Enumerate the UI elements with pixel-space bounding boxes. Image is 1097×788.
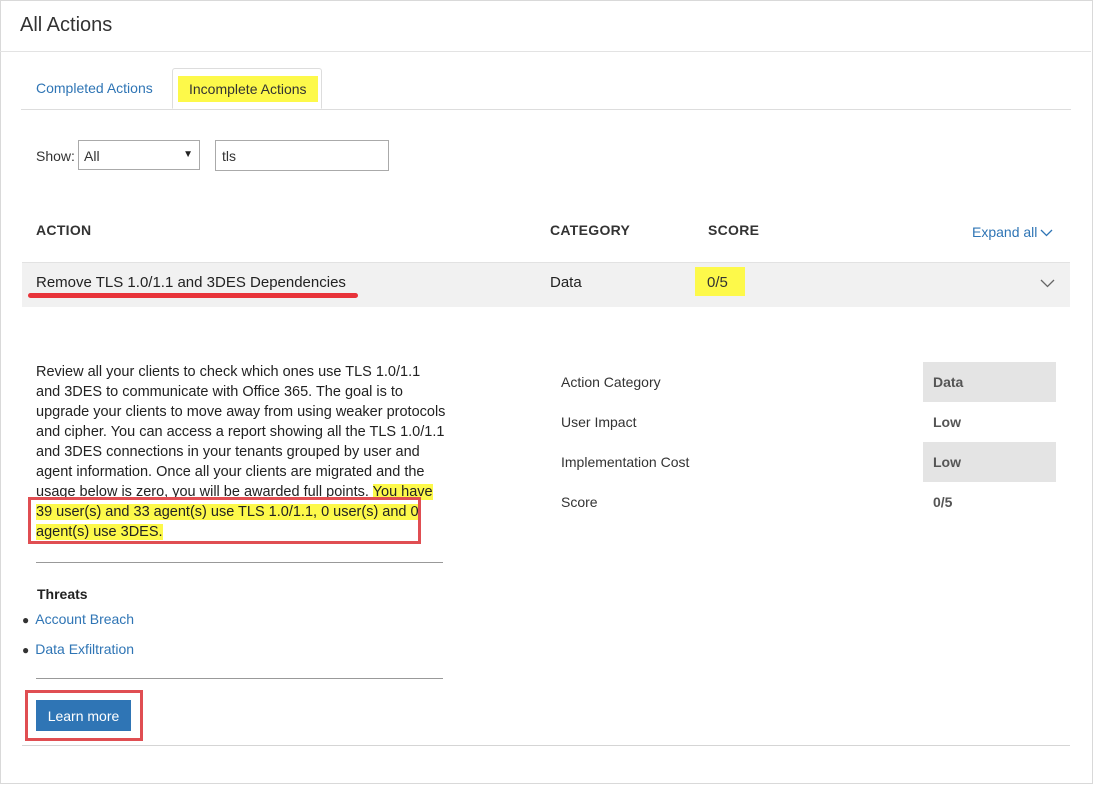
- threat-link[interactable]: ● Data Exfiltration: [22, 641, 134, 657]
- chevron-down-icon[interactable]: [1040, 279, 1055, 288]
- detail-value-score: 0/5: [933, 494, 953, 510]
- tab-bar: Completed Actions Incomplete Actions: [21, 68, 1071, 110]
- table-row[interactable]: Remove TLS 1.0/1.1 and 3DES Dependencies…: [22, 262, 1070, 307]
- expand-all-label: Expand all: [972, 224, 1038, 240]
- tab-incomplete-label: Incomplete Actions: [178, 76, 318, 102]
- title-divider: [0, 51, 1091, 52]
- column-header-category[interactable]: CATEGORY: [550, 222, 630, 238]
- chevron-down-icon: [1040, 229, 1053, 237]
- bullet-icon: ●: [22, 643, 30, 657]
- section-divider: [36, 562, 443, 563]
- expand-all-link[interactable]: Expand all: [972, 224, 1053, 240]
- annotation-box: [25, 690, 143, 741]
- tab-incomplete-actions[interactable]: Incomplete Actions: [172, 68, 322, 109]
- detail-value-implementation-cost: Low: [923, 442, 1056, 482]
- show-label: Show:: [36, 148, 75, 164]
- column-header-action[interactable]: ACTION: [36, 222, 91, 238]
- threat-label: Data Exfiltration: [35, 641, 135, 657]
- annotation-underline: [28, 293, 358, 298]
- detail-label-implementation-cost: Implementation Cost: [561, 454, 690, 470]
- action-category: Data: [550, 274, 582, 291]
- caret-down-icon: ▼: [183, 149, 193, 160]
- search-input[interactable]: tls: [215, 140, 389, 171]
- tab-completed-actions[interactable]: Completed Actions: [21, 68, 169, 109]
- column-header-score[interactable]: SCORE: [708, 222, 759, 238]
- threat-label: Account Breach: [35, 611, 135, 627]
- detail-label-user-impact: User Impact: [561, 414, 637, 430]
- bullet-icon: ●: [22, 613, 30, 627]
- show-select[interactable]: All ▼: [78, 140, 200, 170]
- threat-link[interactable]: ● Account Breach: [22, 611, 134, 627]
- detail-value-action-category: Data: [923, 362, 1056, 402]
- action-title: Remove TLS 1.0/1.1 and 3DES Dependencies: [36, 274, 346, 291]
- page-title: All Actions: [20, 14, 113, 36]
- annotation-box: [28, 497, 421, 544]
- show-select-value: All: [84, 148, 100, 164]
- section-divider: [36, 678, 443, 679]
- detail-label-score: Score: [561, 494, 598, 510]
- detail-value-user-impact: Low: [933, 414, 961, 430]
- description-text: Review all your clients to check which o…: [36, 364, 446, 500]
- threats-heading: Threats: [37, 586, 88, 602]
- detail-label-action-category: Action Category: [561, 374, 661, 390]
- action-score: 0/5: [695, 267, 745, 296]
- bottom-divider: [22, 745, 1070, 746]
